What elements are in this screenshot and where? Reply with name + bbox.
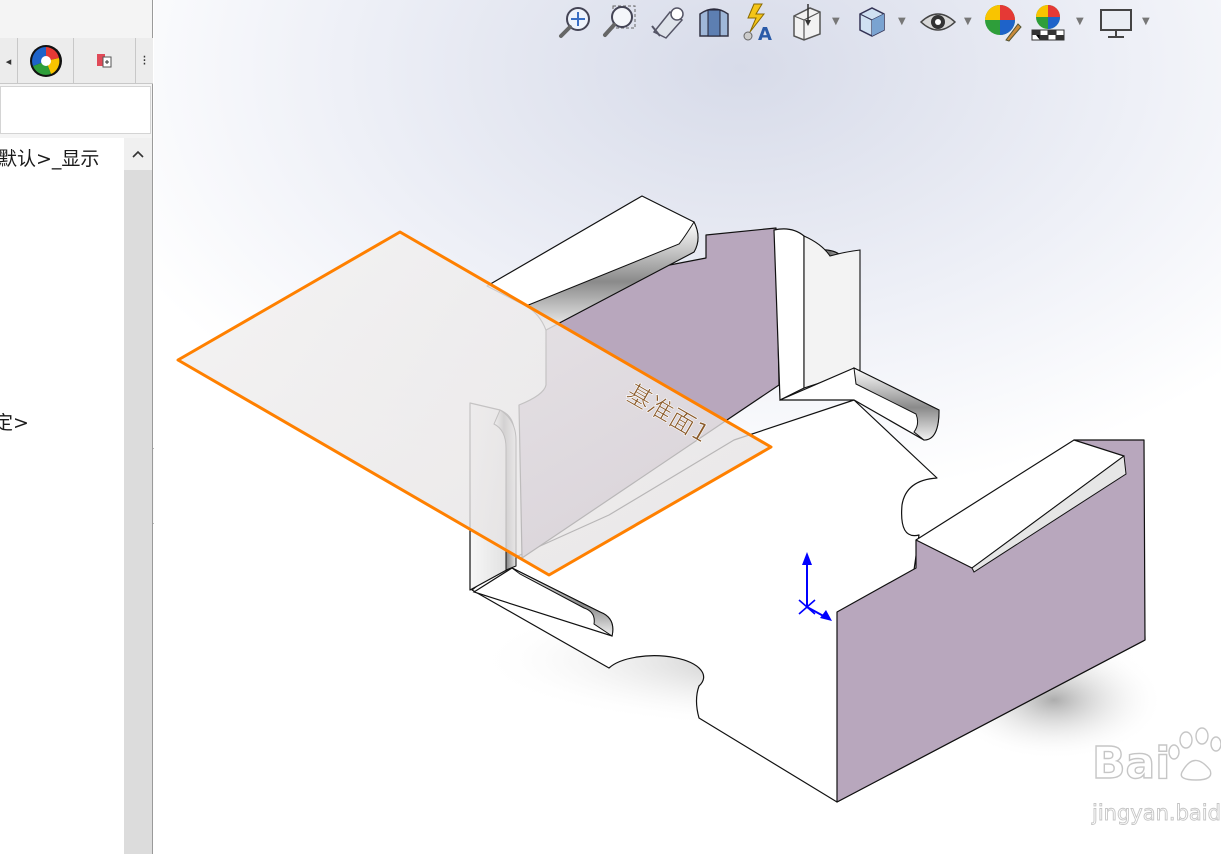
heads-up-view-toolbar: A ▼ ▼ ▼ ▼ ▼ [556,0,1156,45]
right-wall-edge-flange [803,235,861,389]
tab-more[interactable]: ⁝ [136,38,153,84]
solidworks-window: ◂ ⁝ 默认>_显示 定> 基准面1 A ▼ ▼ ▼ ▼ ▼ Bai jingy… [0,0,1221,854]
corner-post [773,228,805,401]
zoom-to-fit-button[interactable] [556,2,596,42]
paw-icon [1168,727,1221,781]
tab-display-manager[interactable] [18,38,74,84]
scroll-up-button[interactable] [124,138,152,170]
hide-show-items-icon [919,13,957,31]
view-orientation-icon [793,4,821,41]
hide-show-items-button[interactable] [918,2,958,42]
previous-view-button[interactable] [648,2,688,42]
more-icon: ⁝ [142,53,147,69]
zoom-to-area-icon [603,5,636,37]
baidu-jingyan-watermark: Bai du 经验 jingyan.baidu.com [1082,720,1221,830]
tree-item-display-state[interactable]: 默认>_显示 [0,144,99,171]
display-manager-icon [29,45,62,77]
view-orientation-dropdown-icon[interactable]: ▼ [832,16,840,27]
feature-manager-panel: ◂ ⁝ 默认>_显示 定> [0,0,153,854]
apply-scene-button[interactable] [1028,2,1068,42]
tree-scrollbar[interactable] [124,138,152,854]
view-orientation-button[interactable] [786,2,826,42]
zoom-to-area-button[interactable] [600,2,640,42]
zoom-to-fit-icon [559,7,590,38]
baidu-logo: Bai du 经验 jingyan.baidu.com [1091,727,1221,825]
display-style-button[interactable] [852,2,892,42]
view-settings-button[interactable] [1096,2,1136,42]
tab-property-manager[interactable]: ◂ [0,38,18,84]
display-style-icon [859,7,885,37]
display-style-dropdown-icon[interactable]: ▼ [898,16,906,27]
section-view-button[interactable] [694,2,734,42]
section-view-icon [699,8,729,37]
edit-appearance-button[interactable] [982,2,1022,42]
sheet-metal-model[interactable]: 基准面1 [154,0,1221,854]
manager-tabs: ◂ ⁝ [0,38,153,84]
dimxpert-icon [96,54,111,68]
apply-scene-dropdown-icon[interactable]: ▼ [1076,16,1084,27]
watermark-brand-left: Bai [1092,738,1170,789]
feature-tree: 默认>_显示 定> [0,138,124,854]
view-settings-icon [1100,9,1132,38]
view-settings-dropdown-icon[interactable]: ▼ [1142,16,1150,27]
watermark-url: jingyan.baidu.com [1091,801,1221,825]
dynamic-annotation-views-icon: A [743,3,772,45]
tab-arrow-icon: ◂ [5,54,12,68]
tree-filter-area[interactable] [0,86,151,134]
previous-view-icon [651,7,684,39]
chevron-up-icon [132,150,144,158]
edit-appearance-icon [985,5,1022,42]
apply-scene-icon [1031,5,1065,41]
svg-text:A: A [758,24,772,42]
graphics-area[interactable]: 基准面1 A ▼ ▼ ▼ ▼ ▼ Bai jingyan.baid [154,0,1221,854]
hide-show-dropdown-icon[interactable]: ▼ [964,16,972,27]
tree-item-state[interactable]: 定> [0,408,29,435]
dynamic-annotation-button[interactable]: A [740,2,780,45]
tab-dimxpert-manager[interactable] [74,38,136,84]
